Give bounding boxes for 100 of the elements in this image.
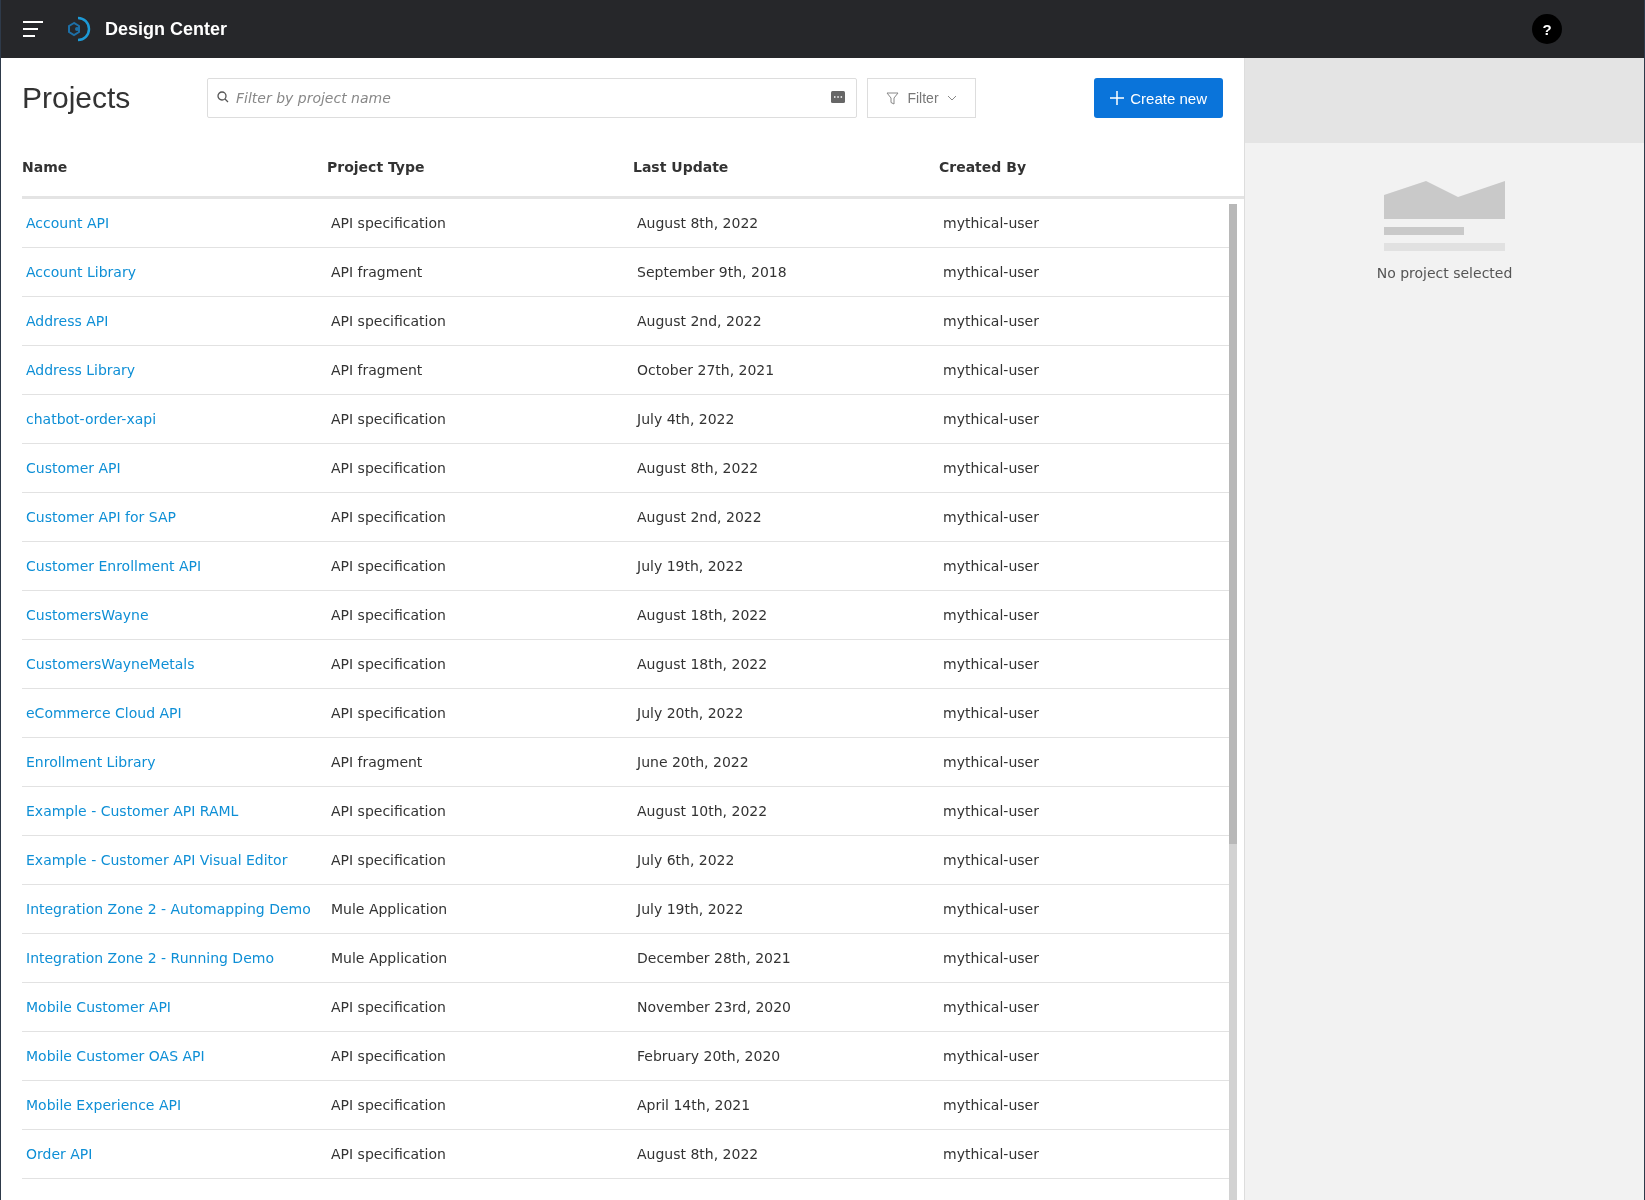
table-cell-text: mythical-user [942, 950, 1040, 966]
table-cell-text: mythical-user [942, 656, 1040, 672]
table-cell-text: mythical-user [942, 705, 1040, 721]
table-cell-text: mythical-user [942, 509, 1040, 525]
table-cell-text: July 19th, 2022 [635, 901, 745, 917]
filter-button[interactable]: Filter [867, 78, 976, 118]
table-cell-text: June 20th, 2022 [635, 754, 750, 770]
table-cell-text: August 18th, 2022 [636, 607, 769, 623]
table-cell-text: July 19th, 2022 [635, 558, 745, 574]
logo-icon [65, 16, 91, 42]
table-cell-text: API specification [330, 1048, 447, 1064]
table-cell-text: April 14th, 2021 [636, 1097, 752, 1113]
table-cell-text: September 9th, 2018 [636, 264, 788, 280]
table-cell-text: API fragment [330, 362, 424, 378]
project-link[interactable]: Example - Customer API Visual Editor [22, 852, 288, 868]
plus-icon [1110, 91, 1125, 105]
table-cell-text: mythical-user [942, 411, 1040, 427]
project-link[interactable]: Mobile Customer OAS API [22, 1048, 205, 1064]
table-cell-text: API fragment [330, 754, 424, 770]
table-cell-text: mythical-user [942, 999, 1040, 1015]
page-title: Projects [22, 81, 132, 115]
project-link[interactable]: Account API [22, 215, 110, 231]
table-cell-text: November 23rd, 2020 [636, 999, 793, 1015]
table-cell-text: API specification [330, 607, 447, 623]
column-header[interactable]: Created By [939, 159, 1244, 175]
table-cell-text: mythical-user [942, 754, 1040, 770]
column-header[interactable]: Last Update [633, 159, 939, 175]
table-cell-text: August 2nd, 2022 [636, 509, 763, 525]
table-cell-text: July 4th, 2022 [635, 411, 736, 427]
keyboard-icon[interactable] [831, 91, 845, 103]
table-cell-text: API specification [330, 215, 447, 231]
table-cell-text: mythical-user [942, 1097, 1040, 1113]
table-cell-text: Mule Application [330, 950, 449, 966]
table-cell-text: API specification [330, 558, 447, 574]
table-cell-text: API specification [330, 999, 447, 1015]
scrollbar-thumb[interactable] [1229, 204, 1237, 844]
project-link[interactable]: Customer API [22, 460, 121, 476]
project-link[interactable]: chatbot-order-xapi [22, 411, 157, 427]
search-field[interactable]: Filter by project name [207, 78, 857, 118]
project-link[interactable]: Order API [22, 1146, 93, 1162]
table-cell-text: mythical-user [942, 362, 1040, 378]
table-cell-text: July 6th, 2022 [635, 852, 736, 868]
project-link[interactable]: CustomersWayneMetals [22, 656, 195, 672]
scrollbar-track[interactable] [1229, 204, 1237, 1200]
project-link[interactable]: Integration Zone 2 - Automapping Demo [22, 901, 311, 917]
table-cell-text: October 27th, 2021 [636, 362, 776, 378]
table-cell-text: API specification [330, 460, 447, 476]
table-cell-text: API specification [330, 852, 447, 868]
project-link[interactable]: Customer API for SAP [22, 509, 176, 525]
table-cell-text: August 18th, 2022 [636, 656, 769, 672]
table-cell-text: mythical-user [942, 264, 1040, 280]
project-link[interactable]: CustomersWayne [22, 607, 149, 623]
project-link[interactable]: Integration Zone 2 - Running Demo [22, 950, 274, 966]
table-cell-text: mythical-user [942, 460, 1040, 476]
table-cell-text: mythical-user [942, 1146, 1040, 1162]
table-cell-text: mythical-user [942, 901, 1040, 917]
empty-state-text: No project selected [1376, 265, 1513, 281]
table-cell-text: July 20th, 2022 [635, 705, 745, 721]
table-cell-text: mythical-user [942, 313, 1040, 329]
table-cell-text: mythical-user [942, 803, 1040, 819]
project-link[interactable]: Address API [22, 313, 109, 329]
table-cell-text: mythical-user [942, 607, 1040, 623]
project-link[interactable]: Example - Customer API RAML [22, 803, 239, 819]
table-cell-text: API specification [330, 1097, 447, 1113]
menu-icon[interactable] [23, 21, 43, 37]
table-cell-text: API specification [330, 705, 447, 721]
chevron-down-icon [946, 95, 957, 101]
table-cell-text: API specification [330, 509, 447, 525]
project-link[interactable]: Enrollment Library [22, 754, 156, 770]
table-cell-text: API specification [330, 656, 447, 672]
table-cell-text: mythical-user [942, 1048, 1040, 1064]
search-icon [217, 91, 229, 103]
help-button[interactable]: ? [1532, 14, 1562, 44]
app-title: Design Center [105, 18, 228, 40]
table-cell-text: December 28th, 2021 [636, 950, 792, 966]
project-link[interactable]: Mobile Experience API [22, 1097, 182, 1113]
table-cell-text: February 20th, 2020 [636, 1048, 782, 1064]
table-cell-text: August 2nd, 2022 [636, 313, 763, 329]
funnel-icon [886, 91, 900, 105]
table-cell-text: API specification [330, 411, 447, 427]
table-cell-text: API specification [330, 313, 447, 329]
table-cell-text: API specification [330, 1146, 447, 1162]
table-cell-text: August 8th, 2022 [636, 1146, 760, 1162]
project-link[interactable]: Customer Enrollment API [22, 558, 202, 574]
project-link[interactable]: Address Library [22, 362, 136, 378]
create-new-button[interactable]: Create new [1094, 78, 1223, 118]
table-cell-text: API fragment [330, 264, 424, 280]
project-link[interactable]: eCommerce Cloud API [22, 705, 182, 721]
table-cell-text: Mule Application [330, 901, 449, 917]
column-header[interactable]: Name [22, 159, 327, 175]
table-cell-text: mythical-user [942, 852, 1040, 868]
column-header[interactable]: Project Type [327, 159, 633, 175]
project-link[interactable]: Account Library [22, 264, 136, 280]
table-cell-text: August 8th, 2022 [636, 460, 760, 476]
table-cell-text: mythical-user [942, 215, 1040, 231]
table-cell-text: API specification [330, 803, 447, 819]
project-link[interactable]: Mobile Customer API [22, 999, 171, 1015]
table-cell-text: August 8th, 2022 [636, 215, 760, 231]
table-cell-text: August 10th, 2022 [636, 803, 769, 819]
table-cell-text: mythical-user [942, 558, 1040, 574]
